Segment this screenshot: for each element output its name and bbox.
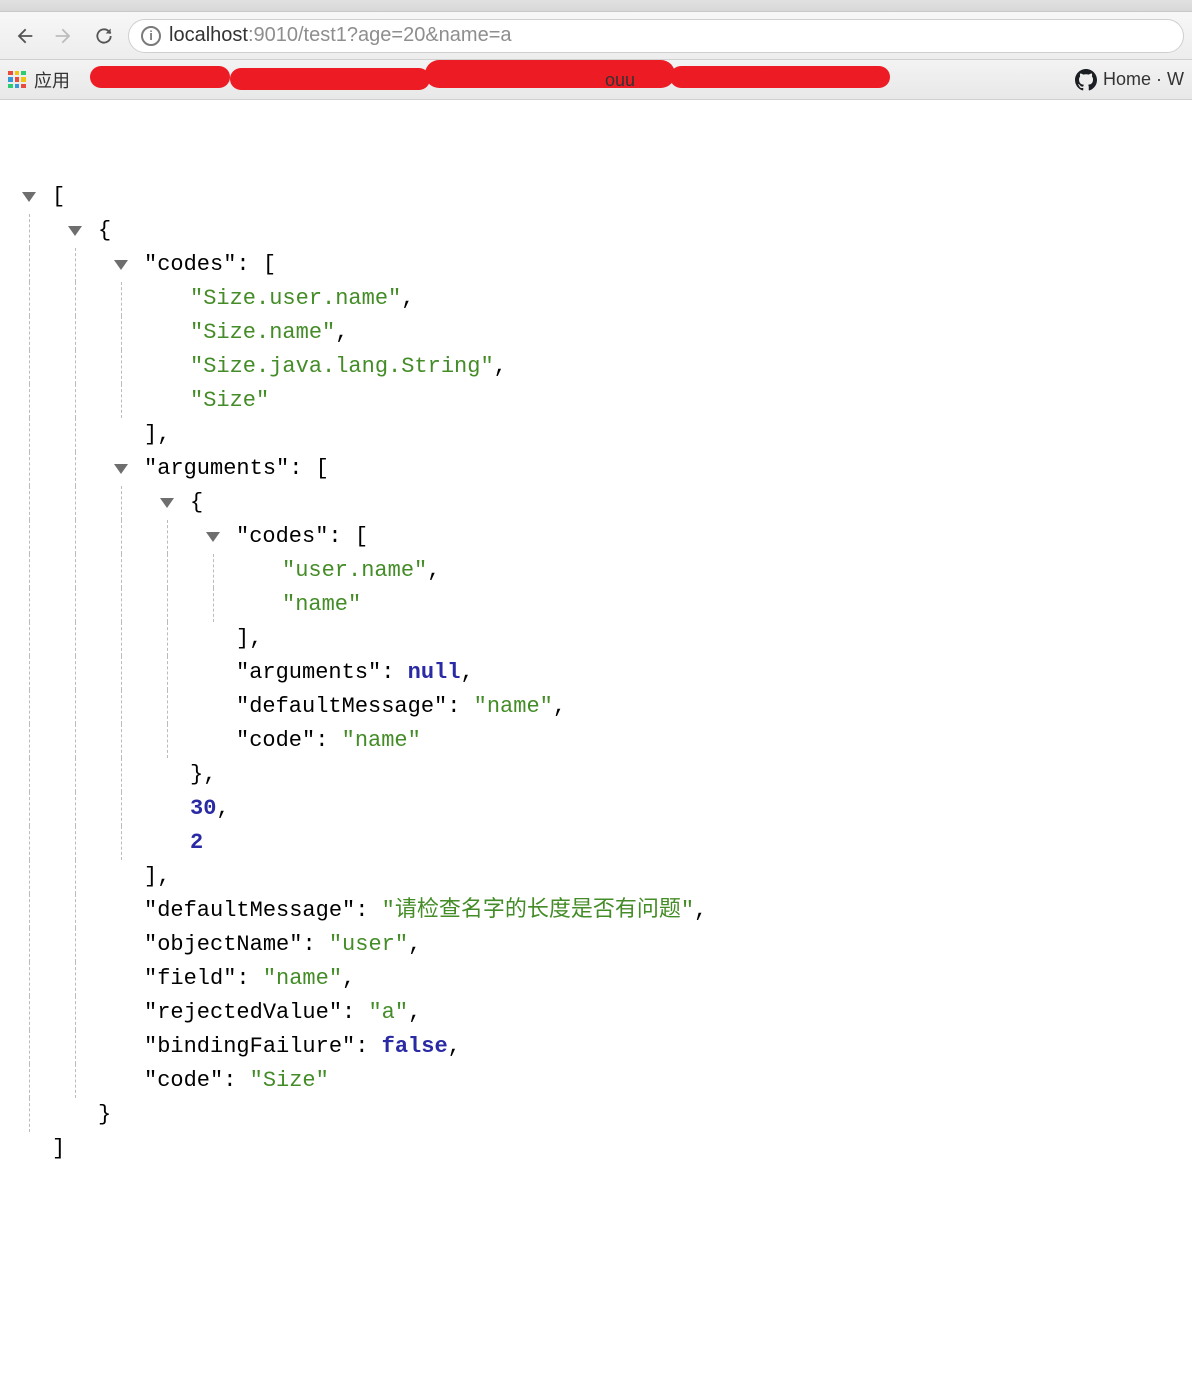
json-line[interactable]: "Size.name", <box>6 316 1192 350</box>
json-line[interactable]: ], <box>6 418 1192 452</box>
json-line[interactable]: "arguments": null, <box>6 656 1192 690</box>
collapse-toggle-icon[interactable] <box>114 260 128 270</box>
bookmarks-bar: 应用 ouu Home · W <box>0 60 1192 100</box>
json-line[interactable]: "codes": [ <box>6 248 1192 282</box>
json-line[interactable]: ], <box>6 622 1192 656</box>
redaction-mark <box>425 60 675 88</box>
json-viewer: [ { "codes": [ "Size.user.name", "Size.n… <box>0 100 1192 1206</box>
redaction-mark <box>230 68 430 90</box>
json-line[interactable]: "code": "name" <box>6 724 1192 758</box>
json-line[interactable]: }, <box>6 758 1192 792</box>
github-icon[interactable] <box>1075 69 1097 91</box>
json-line[interactable]: "code": "Size" <box>6 1064 1192 1098</box>
back-button[interactable] <box>8 20 40 52</box>
address-bar[interactable]: i localhost:9010/test1?age=20&name=a <box>128 19 1184 53</box>
json-line[interactable]: "rejectedValue": "a", <box>6 996 1192 1030</box>
json-line[interactable]: "defaultMessage": "name", <box>6 690 1192 724</box>
reload-button[interactable] <box>88 20 120 52</box>
json-line[interactable]: { <box>6 214 1192 248</box>
url-host: localhost <box>169 24 248 46</box>
json-line[interactable]: ], <box>6 860 1192 894</box>
json-line[interactable]: ] <box>6 1132 1192 1166</box>
arrow-left-icon <box>14 26 34 46</box>
redaction-mark <box>90 66 230 88</box>
json-line[interactable]: "codes": [ <box>6 520 1192 554</box>
json-line[interactable]: "defaultMessage": "请检查名字的长度是否有问题", <box>6 894 1192 928</box>
collapse-toggle-icon[interactable] <box>160 498 174 508</box>
json-line[interactable]: "objectName": "user", <box>6 928 1192 962</box>
apps-icon[interactable] <box>8 71 26 89</box>
collapse-toggle-icon[interactable] <box>68 226 82 236</box>
browser-toolbar: i localhost:9010/test1?age=20&name=a <box>0 12 1192 60</box>
json-line[interactable]: [ <box>6 180 1192 214</box>
json-line[interactable]: "Size" <box>6 384 1192 418</box>
tab-strip <box>0 0 1192 12</box>
json-line[interactable]: 2 <box>6 826 1192 860</box>
collapse-toggle-icon[interactable] <box>206 532 220 542</box>
url-text: localhost:9010/test1?age=20&name=a <box>169 24 512 47</box>
apps-label[interactable]: 应用 <box>34 67 70 93</box>
json-line[interactable]: { <box>6 486 1192 520</box>
collapse-toggle-icon[interactable] <box>22 192 36 202</box>
bookmark-home[interactable]: Home · W <box>1103 69 1184 90</box>
json-line[interactable]: "name" <box>6 588 1192 622</box>
json-line[interactable]: "field": "name", <box>6 962 1192 996</box>
url-path: :9010/test1?age=20&name=a <box>248 24 512 46</box>
json-line[interactable]: } <box>6 1098 1192 1132</box>
json-line[interactable]: 30, <box>6 792 1192 826</box>
json-line[interactable]: "Size.user.name", <box>6 282 1192 316</box>
json-line[interactable]: "bindingFailure": false, <box>6 1030 1192 1064</box>
site-info-icon[interactable]: i <box>141 26 161 46</box>
reload-icon <box>94 26 114 46</box>
json-line[interactable]: "Size.java.lang.String", <box>6 350 1192 384</box>
json-line[interactable]: "user.name", <box>6 554 1192 588</box>
redaction-mark <box>670 66 890 88</box>
arrow-right-icon <box>54 26 74 46</box>
collapse-toggle-icon[interactable] <box>114 464 128 474</box>
bookmark-fragment: ouu <box>605 70 635 91</box>
forward-button[interactable] <box>48 20 80 52</box>
json-line[interactable]: "arguments": [ <box>6 452 1192 486</box>
